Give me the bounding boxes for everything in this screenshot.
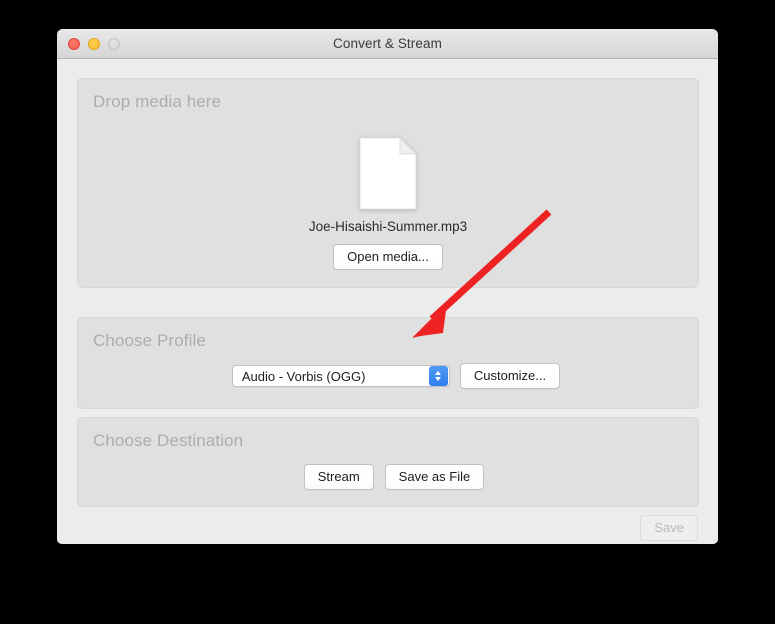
traffic-light-group (68, 38, 120, 50)
convert-stream-window: Convert & Stream Drop media here Joe-His… (57, 29, 718, 544)
minimize-button-icon[interactable] (88, 38, 100, 50)
profile-select[interactable]: Audio - Vorbis (OGG) (231, 365, 450, 387)
media-filename: Joe-Hisaishi-Summer.mp3 (308, 219, 468, 234)
footer-actions: Save (640, 515, 698, 541)
choose-destination-panel: Choose Destination Stream Save as File (77, 417, 699, 507)
screen: Convert & Stream Drop media here Joe-His… (0, 0, 775, 624)
window-content: Drop media here Joe-Hisaishi-Summer.mp3 … (57, 59, 718, 544)
destination-controls-row: Stream Save as File (78, 464, 698, 490)
drop-media-panel[interactable]: Drop media here Joe-Hisaishi-Summer.mp3 … (77, 78, 699, 288)
document-icon (359, 136, 418, 210)
window-titlebar: Convert & Stream (57, 29, 718, 59)
save-button[interactable]: Save (640, 515, 698, 541)
open-media-button[interactable]: Open media... (333, 244, 443, 270)
save-as-file-button[interactable]: Save as File (384, 464, 485, 490)
close-button-icon[interactable] (68, 38, 80, 50)
profile-select-value: Audio - Vorbis (OGG) (241, 368, 366, 384)
stream-button[interactable]: Stream (303, 464, 374, 490)
profile-controls-row: Audio - Vorbis (OGG) Customize... (78, 363, 698, 389)
window-title: Convert & Stream (333, 36, 442, 51)
chevron-up-icon (435, 371, 442, 375)
zoom-button-icon[interactable] (108, 38, 120, 50)
profile-select-stepper[interactable] (428, 366, 448, 386)
open-media-row: Open media... (78, 244, 698, 270)
choose-profile-panel: Choose Profile Audio - Vorbis (OGG) Cust… (77, 317, 699, 409)
chevron-down-icon (435, 377, 442, 381)
customize-button[interactable]: Customize... (459, 363, 561, 389)
choose-destination-title: Choose Destination (93, 431, 244, 450)
drop-media-title: Drop media here (93, 92, 222, 111)
choose-profile-title: Choose Profile (93, 331, 206, 350)
